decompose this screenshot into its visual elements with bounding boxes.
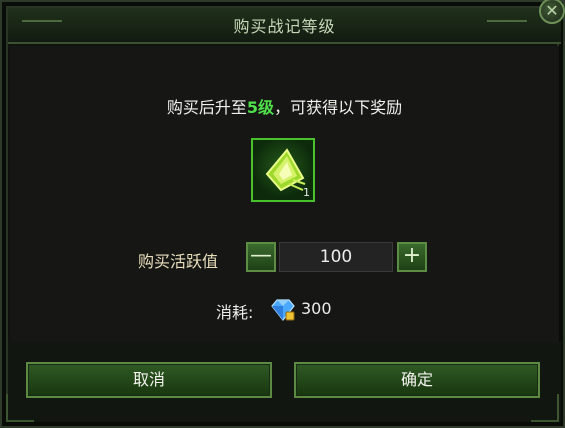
- reward-item-slot[interactable]: 1: [251, 138, 315, 202]
- dialog-content: 购买后升至5级，可获得以下奖励 1 购买活跃值 — 100 + 消耗: 300: [10, 46, 559, 342]
- cost-label: 消耗:: [216, 303, 254, 322]
- close-icon: ✕: [545, 1, 559, 20]
- green-crystal-icon: [265, 148, 306, 192]
- decrease-button[interactable]: —: [246, 242, 276, 272]
- close-button[interactable]: ✕: [539, 0, 565, 24]
- diamond-icon: [271, 299, 295, 321]
- cost-value: 300: [301, 299, 332, 318]
- increase-button[interactable]: +: [397, 242, 427, 272]
- quantity-input[interactable]: 100: [279, 242, 393, 272]
- confirm-button[interactable]: 确定: [294, 362, 540, 398]
- corner-ornament-bottom-right: [531, 394, 559, 422]
- reward-description: 购买后升至5级，可获得以下奖励: [10, 94, 559, 118]
- reward-item-count: 1: [303, 186, 310, 199]
- reward-prefix: 购买后升至: [166, 98, 247, 117]
- title-ornament-right: [487, 20, 527, 36]
- cost-row: 消耗: 300: [10, 298, 559, 322]
- title-ornament-left: [22, 20, 62, 36]
- dialog-titlebar: 购买战记等级: [8, 8, 561, 44]
- quantity-label: 购买活跃值: [138, 252, 219, 271]
- dialog-frame: 购买战记等级 ✕ 购买后升至5级，可获得以下奖励 1 购买活跃值 — 100 +: [0, 0, 565, 428]
- corner-ornament-bottom-left: [6, 394, 34, 422]
- reward-suffix: ，可获得以下奖励: [274, 98, 403, 117]
- reward-level: 5级: [246, 98, 275, 117]
- dialog-title: 购买战记等级: [233, 17, 336, 36]
- quantity-row: 购买活跃值 — 100 +: [10, 242, 559, 274]
- cancel-button[interactable]: 取消: [26, 362, 272, 398]
- dialog-footer: 取消 确定: [8, 342, 561, 422]
